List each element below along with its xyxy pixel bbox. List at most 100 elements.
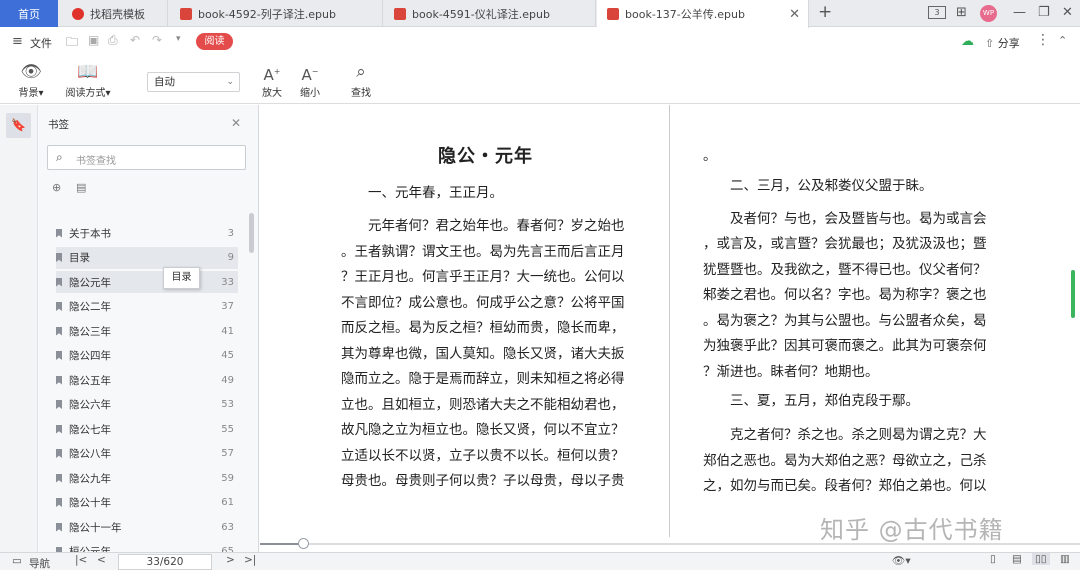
collapse-ribbon-icon[interactable]: ⌃ bbox=[1058, 34, 1067, 47]
share-button[interactable]: ⇧ 分享 bbox=[985, 35, 1020, 51]
open-folder-icon[interactable]: 🗀 bbox=[66, 33, 78, 54]
search-icon: ⌕ bbox=[56, 150, 63, 164]
print-icon[interactable]: ⎙ bbox=[108, 33, 118, 48]
sidebar-scrollbar[interactable] bbox=[249, 213, 254, 253]
more-icon[interactable]: ⋮ bbox=[1036, 32, 1050, 48]
text-line: 郑伯之恶也。曷为大郑伯之恶？母欲立之，己杀 bbox=[703, 453, 987, 469]
text-line: 克之者何？杀之也。杀之则曷为谓之克？大 bbox=[730, 427, 987, 443]
avatar[interactable]: WP bbox=[980, 5, 997, 22]
chapter-heading: 隐公・元年 bbox=[438, 146, 533, 167]
text-line: ？王正月也。何言乎王正月？大一统也。公何以 bbox=[341, 269, 625, 285]
bookmark-panel-icon[interactable]: 🔖 bbox=[6, 113, 31, 138]
bookmark-item[interactable]: 隐公二年 37 bbox=[56, 296, 238, 318]
reader-scrollbar[interactable] bbox=[1071, 270, 1075, 318]
bookmark-page: 41 bbox=[221, 325, 234, 337]
bookmark-item[interactable]: 隐公八年 57 bbox=[56, 443, 238, 465]
bookmark-label: 隐公七年 bbox=[69, 423, 111, 436]
close-window-icon[interactable]: ✕ bbox=[1062, 5, 1073, 20]
bookmark-flag-icon bbox=[56, 375, 62, 385]
bookmark-item[interactable]: 关于本书 3 bbox=[56, 222, 238, 244]
nav-panel-icon[interactable]: ▭ bbox=[12, 555, 22, 567]
read-mode-label: 阅读方式▾ bbox=[65, 88, 111, 99]
zoom-select-value: 自动 bbox=[154, 76, 175, 88]
last-page-icon[interactable]: >| bbox=[244, 554, 256, 566]
tab-templates[interactable]: 找稻壳模板 bbox=[62, 0, 168, 27]
single-page-icon[interactable]: ▯ bbox=[990, 553, 996, 565]
reading-mode-badge[interactable]: 阅读 bbox=[196, 33, 233, 50]
new-tab-button[interactable]: + bbox=[818, 2, 832, 22]
bookmark-flag-icon bbox=[56, 400, 62, 409]
eye-icon[interactable]: 👁▾ bbox=[892, 554, 911, 567]
bookmark-label: 隐公四年 bbox=[69, 350, 111, 362]
zoom-out-button[interactable]: A− 缩小 bbox=[297, 60, 323, 99]
chevron-down-icon[interactable]: ▾ bbox=[176, 34, 181, 44]
bookmark-page: 59 bbox=[221, 472, 234, 484]
minimize-icon[interactable]: — bbox=[1013, 5, 1026, 20]
file-menu[interactable]: 文件 bbox=[30, 35, 52, 51]
bookmark-item[interactable]: 隐公十一年 63 bbox=[56, 516, 238, 538]
prev-page-icon[interactable]: < bbox=[97, 554, 106, 566]
grid-apps-icon[interactable]: ⊞ bbox=[956, 5, 967, 20]
save-icon[interactable]: ▣ bbox=[88, 33, 99, 47]
tab-gongyang[interactable]: book-137-公羊传.epub ✕ bbox=[597, 0, 809, 28]
book-view-icon[interactable]: ▥ bbox=[1060, 553, 1070, 565]
bookmark-flag-icon bbox=[56, 424, 62, 434]
bookmark-page: 53 bbox=[221, 399, 234, 410]
status-bar: ▭ 导航 |< < 33/620 > >| 👁▾ ▯ ▤ ▯▯ ▥ bbox=[0, 552, 1080, 570]
hamburger-icon[interactable]: ≡ bbox=[12, 34, 23, 49]
tab-bar: 首页 找稻壳模板 book-4592-列子译注.epub book-4591-仪… bbox=[0, 0, 1080, 28]
text-line: 而反之桓。曷为反之桓？桓幼而贵，隐长而卑， bbox=[341, 320, 625, 336]
panel-title: 书签 bbox=[48, 119, 69, 131]
next-page-icon[interactable]: > bbox=[226, 554, 235, 566]
restore-icon[interactable]: ❐ bbox=[1038, 5, 1050, 20]
bookmark-flag-icon bbox=[56, 498, 62, 507]
zoom-out-icon: A− bbox=[301, 66, 319, 84]
two-page-icon[interactable]: ▯▯ bbox=[1032, 553, 1050, 565]
add-bookmark-icon[interactable]: ⊕ bbox=[52, 181, 61, 194]
zoom-in-button[interactable]: A+ 放大 bbox=[259, 60, 285, 99]
text-line: ，或言及，或言暨？会犹最也；及犹汲汲也；暨 bbox=[703, 236, 987, 252]
tab-home[interactable]: 首页 bbox=[0, 0, 58, 27]
zoom-out-label: 缩小 bbox=[300, 88, 320, 99]
bookmark-item[interactable]: 目录 9 bbox=[56, 246, 238, 269]
text-line: 立也。且如桓立，则恐诸大夫之不能相幼君也， bbox=[341, 396, 625, 413]
find-button[interactable]: ⌕ 查找 bbox=[348, 60, 374, 99]
bookmark-item[interactable]: 隐公元年 33 bbox=[56, 271, 238, 293]
nav-label[interactable]: 导航 bbox=[29, 556, 50, 571]
tab-yili[interactable]: book-4591-仪礼译注.epub bbox=[384, 0, 596, 27]
read-mode-button[interactable]: 📖 阅读方式▾ bbox=[62, 60, 114, 99]
zoom-select[interactable]: 自动 ⌄ bbox=[147, 72, 240, 92]
undo-icon[interactable]: ↶ bbox=[130, 33, 140, 47]
bookmark-flag-icon bbox=[56, 277, 62, 287]
cloud-sync-icon[interactable]: ☁ bbox=[961, 34, 974, 49]
progress-slider[interactable] bbox=[260, 538, 1080, 549]
bookmark-item[interactable]: 隐公七年 55 bbox=[56, 418, 238, 440]
tab-liezi[interactable]: book-4592-列子译注.epub bbox=[170, 0, 383, 27]
bookmark-item[interactable]: 隐公五年 49 bbox=[56, 369, 238, 391]
page-number-input[interactable]: 33/620 bbox=[118, 554, 212, 570]
section-heading: 一、元年春，王正月。 bbox=[368, 185, 503, 201]
close-icon[interactable]: ✕ bbox=[231, 116, 241, 130]
bookmark-flag-icon bbox=[56, 253, 62, 262]
bookmark-page: 33 bbox=[221, 276, 234, 288]
continuous-page-icon[interactable]: ▤ bbox=[1012, 553, 1022, 565]
text-line: 母贵也。母贵则子何以贵？子以母贵，母以子贵 bbox=[341, 473, 625, 489]
bookmark-item[interactable]: 隐公十年 61 bbox=[56, 492, 238, 514]
text-line: 二、三月，公及邾娄仪父盟于眛。 bbox=[730, 178, 933, 194]
window-layout-icon[interactable]: 3 bbox=[928, 6, 946, 19]
close-icon[interactable]: ✕ bbox=[789, 7, 800, 22]
search-placeholder: 书签查找 bbox=[76, 156, 116, 167]
find-label: 查找 bbox=[351, 88, 371, 99]
redo-icon[interactable]: ↷ bbox=[152, 33, 162, 47]
first-page-icon[interactable]: |< bbox=[75, 554, 87, 566]
bookmark-item[interactable]: 隐公六年 53 bbox=[56, 394, 238, 416]
bookmark-page: 45 bbox=[221, 350, 234, 361]
progress-knob[interactable] bbox=[298, 538, 310, 549]
bookmark-item[interactable]: 隐公九年 59 bbox=[56, 467, 238, 489]
background-button[interactable]: 👁 背景▾ bbox=[14, 60, 48, 99]
text-line: 及者何？与也，会及暨皆与也。曷为或言会 bbox=[730, 211, 987, 227]
bookmark-list-icon[interactable]: ▤ bbox=[76, 181, 86, 194]
bookmark-search-input[interactable]: ⌕ 书签查找 bbox=[47, 145, 246, 170]
bookmark-item[interactable]: 隐公四年 45 bbox=[56, 345, 238, 367]
bookmark-item[interactable]: 隐公三年 41 bbox=[56, 320, 238, 342]
